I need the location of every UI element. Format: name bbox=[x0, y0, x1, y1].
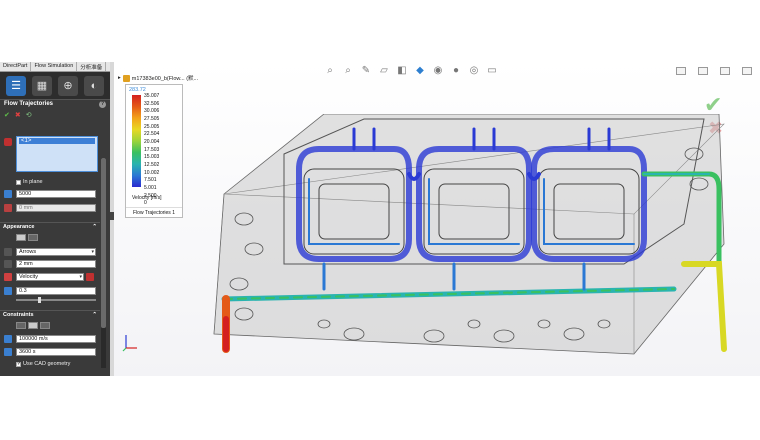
flyout-tree-root[interactable]: ▸ m17383e00_b(Flow... (默... bbox=[118, 74, 198, 82]
points-icon bbox=[4, 190, 12, 198]
offset-icon bbox=[4, 204, 12, 212]
viewport-window-controls bbox=[676, 67, 752, 75]
feature-tree-icon[interactable]: ☰ bbox=[6, 75, 26, 96]
legend-value: 15.003 bbox=[144, 154, 160, 161]
use-cad-label: Use CAD geometry bbox=[23, 361, 71, 367]
legend-value: 35.007 bbox=[144, 93, 160, 99]
size-icon bbox=[4, 260, 12, 268]
slider-knob[interactable] bbox=[38, 297, 41, 303]
legend-value: 25.005 bbox=[144, 123, 160, 130]
tab-flow-simulation[interactable]: Flow Simulation bbox=[31, 62, 78, 71]
tile-icon[interactable] bbox=[676, 67, 686, 75]
appearance-header[interactable]: Appearance ⌃ bbox=[0, 222, 100, 231]
help-icon[interactable]: ? bbox=[99, 101, 106, 108]
coordinate-triad-icon bbox=[122, 335, 137, 352]
constraint-mode-3[interactable] bbox=[40, 322, 50, 329]
legend-value: 30.006 bbox=[144, 108, 160, 115]
section-view-icon[interactable]: ▱ bbox=[378, 65, 390, 77]
animation-mode-button[interactable] bbox=[28, 234, 38, 241]
legend-values: 35.007 32.506 30.006 27.505 25.005 22.504 20.0… bbox=[144, 93, 178, 208]
max-time-field[interactable]: 3600 s bbox=[16, 348, 96, 356]
width-field[interactable]: 0.3 bbox=[16, 287, 96, 295]
close-icon[interactable] bbox=[742, 67, 752, 75]
cancel-icon[interactable]: ✖ bbox=[15, 111, 21, 119]
offset-field[interactable]: 0 mm bbox=[16, 204, 96, 212]
draw-as-select[interactable]: Arrows bbox=[16, 248, 96, 256]
use-cad-checkbox[interactable] bbox=[16, 361, 21, 367]
color-by-select[interactable]: Velocity bbox=[16, 273, 84, 281]
mold-model-view[interactable] bbox=[204, 114, 734, 364]
constraints-title: Constraints bbox=[3, 312, 34, 318]
constraints-header[interactable]: Constraints ⌃ bbox=[0, 310, 100, 319]
pm-actions: ✔ ✖ ⟲ bbox=[0, 110, 110, 120]
previous-view-icon[interactable]: ✎ bbox=[360, 65, 372, 77]
legend-value: 10.002 bbox=[144, 169, 160, 176]
selection-list[interactable]: <1> bbox=[16, 136, 98, 172]
width-icon bbox=[4, 287, 12, 295]
heads-up-toolbar: ⌕ ⌕ ✎ ▱ ◧ ◆ ◉ ● ◎ ▭ bbox=[324, 65, 498, 77]
palette-icon[interactable] bbox=[86, 273, 94, 281]
in-plane-label: In plane bbox=[23, 179, 43, 185]
face-selection-icon bbox=[4, 138, 12, 146]
collapse-icon[interactable]: ⌃ bbox=[92, 223, 97, 231]
view-orientation-icon[interactable]: ◧ bbox=[396, 65, 408, 77]
display-style-icon[interactable]: ◆ bbox=[414, 65, 426, 77]
zoom-area-icon[interactable]: ⌕ bbox=[342, 65, 354, 77]
max-length-field[interactable]: 100000 m/s bbox=[16, 335, 96, 343]
minimize-icon[interactable] bbox=[698, 67, 708, 75]
static-mode-button[interactable] bbox=[16, 234, 26, 241]
width-slider[interactable] bbox=[16, 297, 96, 303]
part-icon bbox=[122, 74, 130, 82]
edit-appearance-icon[interactable]: ● bbox=[450, 65, 462, 77]
globe-icon[interactable]: ⊕ bbox=[58, 75, 78, 96]
size-field[interactable]: 2 mm bbox=[16, 260, 96, 268]
graphics-viewport[interactable]: ▸ m17383e00_b(Flow... (默... ⌕ ⌕ ✎ ▱ ◧ ◆ … bbox=[114, 62, 760, 376]
appearance-title: Appearance bbox=[3, 224, 35, 230]
tab-analysis-prep[interactable]: 分析准备 bbox=[77, 62, 107, 71]
back-icon[interactable]: ⟲ bbox=[26, 111, 32, 119]
expand-arrow-icon[interactable]: ▸ bbox=[118, 75, 121, 81]
property-icon[interactable]: ▦ bbox=[32, 75, 52, 96]
feature-manager-tabs: ☰ ▦ ⊕ ◐ bbox=[0, 72, 110, 100]
pm-header: Flow Trajectories ? bbox=[0, 100, 110, 110]
legend-value: 32.506 bbox=[144, 100, 160, 107]
view-settings-icon[interactable]: ▭ bbox=[486, 65, 498, 77]
tab-directpart[interactable]: DirectPart bbox=[0, 62, 32, 71]
legend-color-bar bbox=[132, 95, 141, 187]
ok-icon[interactable]: ✔ bbox=[4, 111, 10, 119]
legend-value: 5.001 bbox=[144, 184, 157, 191]
max-length-icon bbox=[4, 335, 12, 343]
max-time-icon bbox=[4, 348, 12, 356]
in-plane-checkbox[interactable] bbox=[16, 180, 21, 185]
selection-item[interactable]: <1> bbox=[19, 138, 95, 144]
legend-value: 12.502 bbox=[144, 161, 160, 168]
hide-show-icon[interactable]: ◉ bbox=[432, 65, 444, 77]
solidworks-window: DirectPart Flow Simulation 分析准备 ☰ ▦ ⊕ ◐ … bbox=[0, 62, 760, 376]
legend-value: 17.503 bbox=[144, 146, 160, 153]
points-field[interactable]: 5000 bbox=[16, 190, 96, 198]
draw-as-icon bbox=[4, 248, 12, 256]
zoom-fit-icon[interactable]: ⌕ bbox=[324, 65, 336, 77]
legend-value: 7.501 bbox=[144, 177, 157, 184]
scroll-thumb[interactable] bbox=[101, 158, 106, 328]
display-icon[interactable]: ◐ bbox=[84, 75, 104, 96]
legend-value: 20.004 bbox=[144, 138, 160, 145]
pm-title: Flow Trajectories bbox=[4, 101, 54, 107]
constraint-mode-2[interactable] bbox=[28, 322, 38, 329]
restore-icon[interactable] bbox=[720, 67, 730, 75]
legend-value: 27.505 bbox=[144, 115, 160, 122]
constraint-mode-1[interactable] bbox=[16, 322, 26, 329]
velocity-legend: 283.72 35.007 32.506 30.006 27.505 25.005 22.… bbox=[125, 84, 183, 218]
model-name[interactable]: m17383e00_b(Flow... (默... bbox=[132, 74, 198, 82]
color-by-icon bbox=[4, 273, 12, 281]
legend-value: 22.504 bbox=[144, 131, 160, 138]
legend-name: Flow Trajectories 1 bbox=[126, 207, 182, 216]
scene-icon[interactable]: ◎ bbox=[468, 65, 480, 77]
command-manager-tabs: DirectPart Flow Simulation 分析准备 bbox=[0, 62, 110, 72]
pm-scrollbar[interactable] bbox=[101, 158, 106, 368]
property-manager-panel: DirectPart Flow Simulation 分析准备 ☰ ▦ ⊕ ◐ … bbox=[0, 62, 110, 376]
legend-unit: Velocity [m/s] bbox=[132, 195, 162, 201]
collapse-icon[interactable]: ⌃ bbox=[92, 311, 97, 319]
